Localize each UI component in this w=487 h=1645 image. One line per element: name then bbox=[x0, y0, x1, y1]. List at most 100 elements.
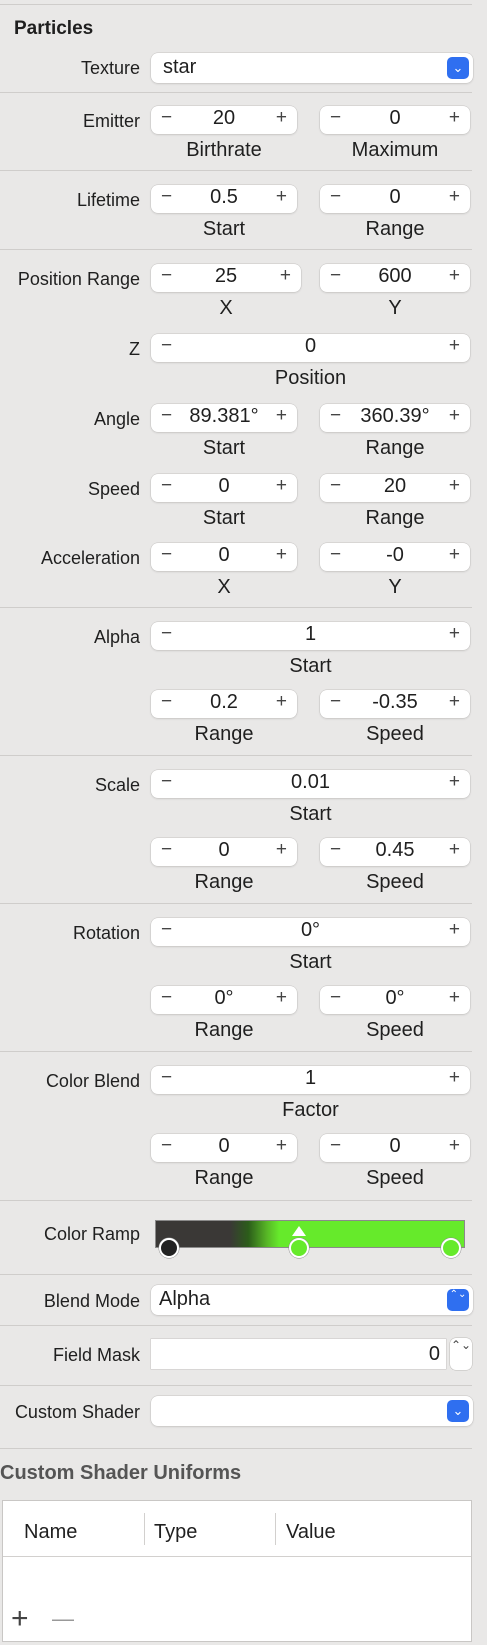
texture-popup[interactable]: star ⌄ bbox=[151, 53, 473, 83]
increment-button[interactable]: + bbox=[280, 265, 291, 287]
increment-button[interactable]: + bbox=[449, 839, 460, 861]
scale-range-stepper[interactable]: − 0 + bbox=[151, 838, 297, 866]
increment-button[interactable]: + bbox=[449, 186, 460, 208]
increment-button[interactable]: + bbox=[449, 771, 460, 793]
increment-button[interactable]: + bbox=[276, 839, 287, 861]
position-range-x-value[interactable]: 25 bbox=[151, 265, 301, 288]
rotation-speed-value[interactable]: 0° bbox=[320, 987, 470, 1010]
increment-button[interactable]: + bbox=[449, 544, 460, 566]
column-header-type[interactable]: Type bbox=[154, 1521, 197, 1544]
color-stop-1[interactable] bbox=[289, 1238, 309, 1258]
color-ramp-gradient[interactable] bbox=[155, 1220, 465, 1248]
speed-range-caption: Range bbox=[365, 507, 425, 529]
maximum-value[interactable]: 0 bbox=[320, 107, 470, 130]
increment-button[interactable]: + bbox=[276, 107, 287, 129]
position-range-y-value[interactable]: 600 bbox=[320, 265, 470, 288]
color-stop-2[interactable] bbox=[441, 1238, 461, 1258]
chevron-down-icon: ⌄ bbox=[447, 1400, 469, 1422]
remove-uniform-button[interactable]: — bbox=[52, 1608, 74, 1630]
increment-button[interactable]: + bbox=[449, 623, 460, 645]
increment-button[interactable]: + bbox=[449, 691, 460, 713]
lifetime-range-caption: Range bbox=[365, 218, 425, 240]
speed-range-stepper[interactable]: − 20 + bbox=[320, 474, 470, 502]
speed-range-value[interactable]: 20 bbox=[320, 475, 470, 498]
alpha-range-stepper[interactable]: − 0.2 + bbox=[151, 690, 297, 718]
scale-speed-stepper[interactable]: − 0.45 + bbox=[320, 838, 470, 866]
acceleration-x-stepper[interactable]: − 0 + bbox=[151, 543, 297, 571]
column-header-value[interactable]: Value bbox=[286, 1521, 336, 1544]
angle-range-value[interactable]: 360.39° bbox=[320, 405, 470, 428]
maximum-stepper[interactable]: − 0 + bbox=[320, 106, 470, 134]
increment-button[interactable]: + bbox=[449, 475, 460, 497]
alpha-start-stepper[interactable]: − 1 + bbox=[151, 622, 470, 650]
rotation-start-value[interactable]: 0° bbox=[151, 919, 470, 942]
increment-button[interactable]: + bbox=[449, 1135, 460, 1157]
color-blend-range-stepper[interactable]: − 0 + bbox=[151, 1134, 297, 1162]
rotation-range-stepper[interactable]: − 0° + bbox=[151, 986, 297, 1014]
lifetime-start-stepper[interactable]: − 0.5 + bbox=[151, 185, 297, 213]
alpha-speed-value[interactable]: -0.35 bbox=[320, 691, 470, 714]
color-blend-label: Color Blend bbox=[45, 1071, 140, 1091]
section-title: Particles bbox=[14, 18, 94, 39]
scale-speed-caption: Speed bbox=[366, 871, 424, 893]
birthrate-stepper[interactable]: − 20 + bbox=[151, 106, 297, 134]
increment-button[interactable]: + bbox=[449, 919, 460, 941]
color-blend-speed-value[interactable]: 0 bbox=[320, 1135, 470, 1158]
color-blend-speed-stepper[interactable]: − 0 + bbox=[320, 1134, 470, 1162]
z-position-value[interactable]: 0 bbox=[151, 335, 470, 358]
increment-button[interactable]: + bbox=[276, 1135, 287, 1157]
increment-button[interactable]: + bbox=[276, 544, 287, 566]
divider bbox=[0, 249, 472, 250]
acceleration-y-value[interactable]: -0 bbox=[320, 544, 470, 567]
color-blend-factor-stepper[interactable]: − 1 + bbox=[151, 1066, 470, 1094]
color-blend-factor-value[interactable]: 1 bbox=[151, 1067, 470, 1090]
color-stop-0[interactable] bbox=[159, 1238, 179, 1258]
scale-start-stepper[interactable]: − 0.01 + bbox=[151, 770, 470, 798]
rotation-speed-stepper[interactable]: − 0° + bbox=[320, 986, 470, 1014]
column-header-name[interactable]: Name bbox=[24, 1521, 77, 1544]
maximum-caption: Maximum bbox=[351, 139, 439, 161]
divider bbox=[0, 903, 472, 904]
increment-button[interactable]: + bbox=[449, 107, 460, 129]
speed-start-stepper[interactable]: − 0 + bbox=[151, 474, 297, 502]
increment-button[interactable]: + bbox=[276, 987, 287, 1009]
blend-mode-popup[interactable]: Alpha ⌃⌄ bbox=[151, 1285, 473, 1315]
lifetime-range-value[interactable]: 0 bbox=[320, 186, 470, 209]
increment-button[interactable]: + bbox=[449, 405, 460, 427]
position-range-y-stepper[interactable]: − 600 + bbox=[320, 264, 470, 292]
field-mask-stepper[interactable]: ⌃⌄ bbox=[450, 1338, 472, 1370]
lifetime-range-stepper[interactable]: − 0 + bbox=[320, 185, 470, 213]
speed-label: Speed bbox=[87, 479, 140, 499]
increment-button[interactable]: + bbox=[449, 987, 460, 1009]
divider bbox=[0, 1325, 472, 1326]
divider bbox=[0, 1448, 472, 1449]
scale-speed-value[interactable]: 0.45 bbox=[320, 839, 470, 862]
chevron-down-icon: ⌄ bbox=[447, 57, 469, 79]
scale-start-value[interactable]: 0.01 bbox=[151, 771, 470, 794]
angle-start-stepper[interactable]: − 89.381° + bbox=[151, 404, 297, 432]
uniforms-table[interactable]: Name Type Value + — bbox=[2, 1500, 472, 1642]
alpha-start-value[interactable]: 1 bbox=[151, 623, 470, 646]
increment-button[interactable]: + bbox=[276, 691, 287, 713]
alpha-speed-stepper[interactable]: − -0.35 + bbox=[320, 690, 470, 718]
angle-range-caption: Range bbox=[365, 437, 425, 459]
field-mask-input[interactable]: 0 bbox=[151, 1339, 446, 1369]
increment-button[interactable]: + bbox=[276, 405, 287, 427]
increment-button[interactable]: + bbox=[449, 335, 460, 357]
rotation-start-caption: Start bbox=[289, 951, 332, 973]
increment-button[interactable]: + bbox=[449, 1067, 460, 1089]
rotation-start-stepper[interactable]: − 0° + bbox=[151, 918, 470, 946]
add-uniform-button[interactable]: + bbox=[11, 1604, 29, 1634]
custom-shader-popup[interactable]: ⌄ bbox=[151, 1396, 473, 1426]
acceleration-y-stepper[interactable]: − -0 + bbox=[320, 543, 470, 571]
increment-button[interactable]: + bbox=[276, 186, 287, 208]
custom-shader-label: Custom Shader bbox=[14, 1402, 140, 1422]
increment-button[interactable]: + bbox=[276, 475, 287, 497]
angle-start-caption: Start bbox=[202, 437, 246, 459]
z-position-stepper[interactable]: − 0 + bbox=[151, 334, 470, 362]
increment-button[interactable]: + bbox=[449, 265, 460, 287]
birthrate-caption: Birthrate bbox=[186, 139, 262, 161]
position-range-x-stepper[interactable]: − 25 + bbox=[151, 264, 301, 292]
angle-range-stepper[interactable]: − 360.39° + bbox=[320, 404, 470, 432]
speed-start-caption: Start bbox=[202, 507, 246, 529]
